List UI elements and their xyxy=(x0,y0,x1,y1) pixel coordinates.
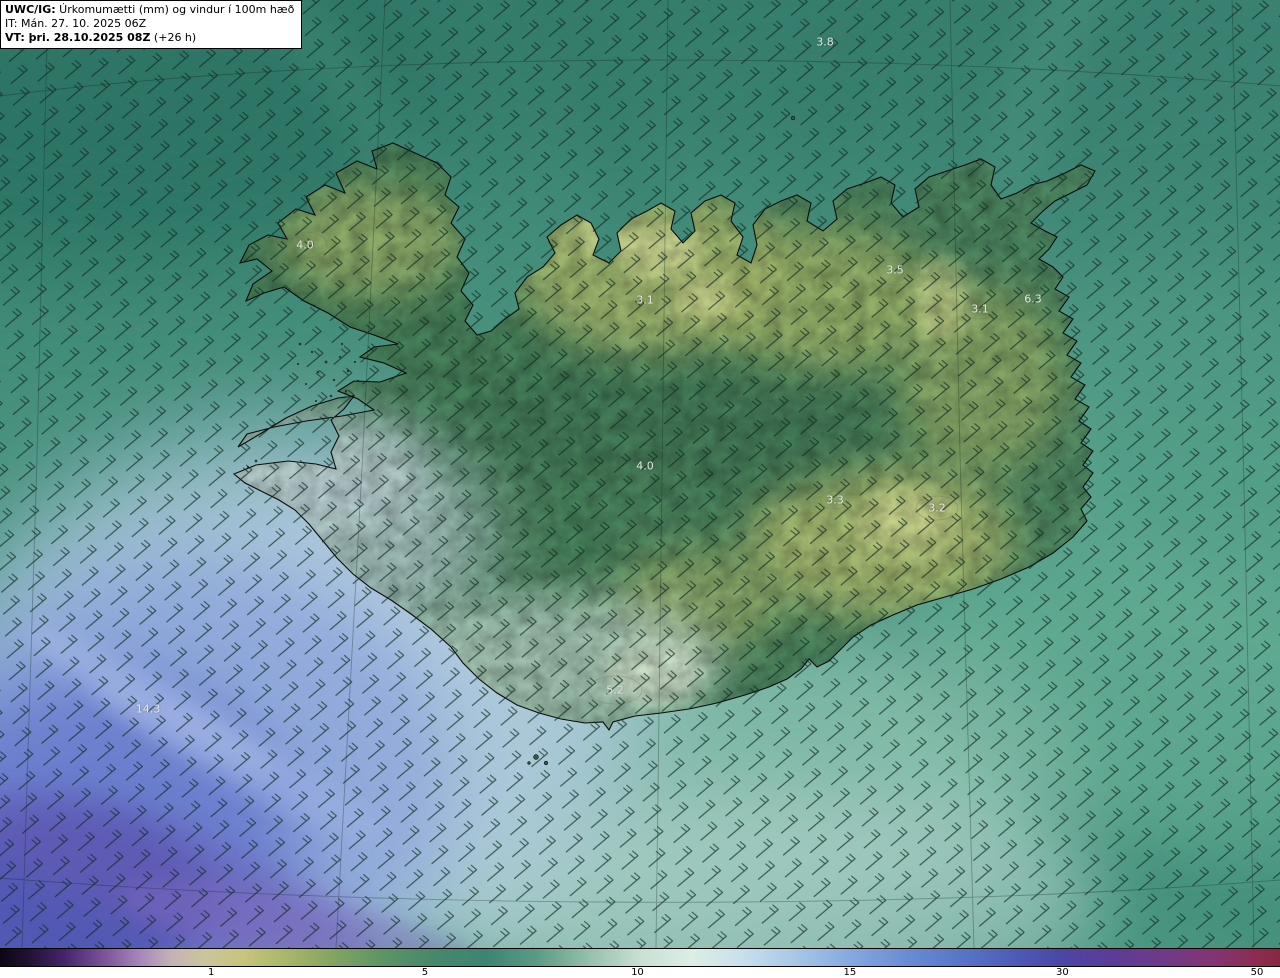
colorbar-tick-label: 50 xyxy=(1251,967,1264,978)
precip-colorbar: 1510153050 xyxy=(0,948,1280,978)
map-title: Úrkomumætti (mm) og vindur í 100m hæð xyxy=(56,3,295,16)
title-line: UWC/IG: Úrkomumætti (mm) og vindur í 100… xyxy=(5,3,294,17)
valid-time-line: VT: þri. 28.10.2025 08Z (+26 h) xyxy=(5,31,294,45)
valid-time: VT: þri. 28.10.2025 08Z xyxy=(5,31,150,44)
valid-offset: (+26 h) xyxy=(150,31,196,44)
colorbar-tick-label: 15 xyxy=(844,967,857,978)
map-graphics xyxy=(0,0,1280,948)
wind-barb-field xyxy=(0,0,1280,948)
colorbar-tick-label: 5 xyxy=(422,967,428,978)
model-name: UWC/IG: xyxy=(5,3,56,16)
colorbar-gradient xyxy=(0,948,1280,967)
colorbar-tick-label: 1 xyxy=(208,967,214,978)
init-time: IT: Mán. 27. 10. 2025 06Z xyxy=(5,17,294,31)
colorbar-tick-label: 30 xyxy=(1056,967,1069,978)
colorbar-tick-label: 10 xyxy=(631,967,644,978)
forecast-map: 3.84.03.53.16.33.14.03.33.25.214.3 UWC/I… xyxy=(0,0,1280,948)
map-title-box: UWC/IG: Úrkomumætti (mm) og vindur í 100… xyxy=(0,0,302,49)
weather-map-page: 3.84.03.53.16.33.14.03.33.25.214.3 UWC/I… xyxy=(0,0,1280,978)
colorbar-tick-labels: 1510153050 xyxy=(0,967,1280,978)
